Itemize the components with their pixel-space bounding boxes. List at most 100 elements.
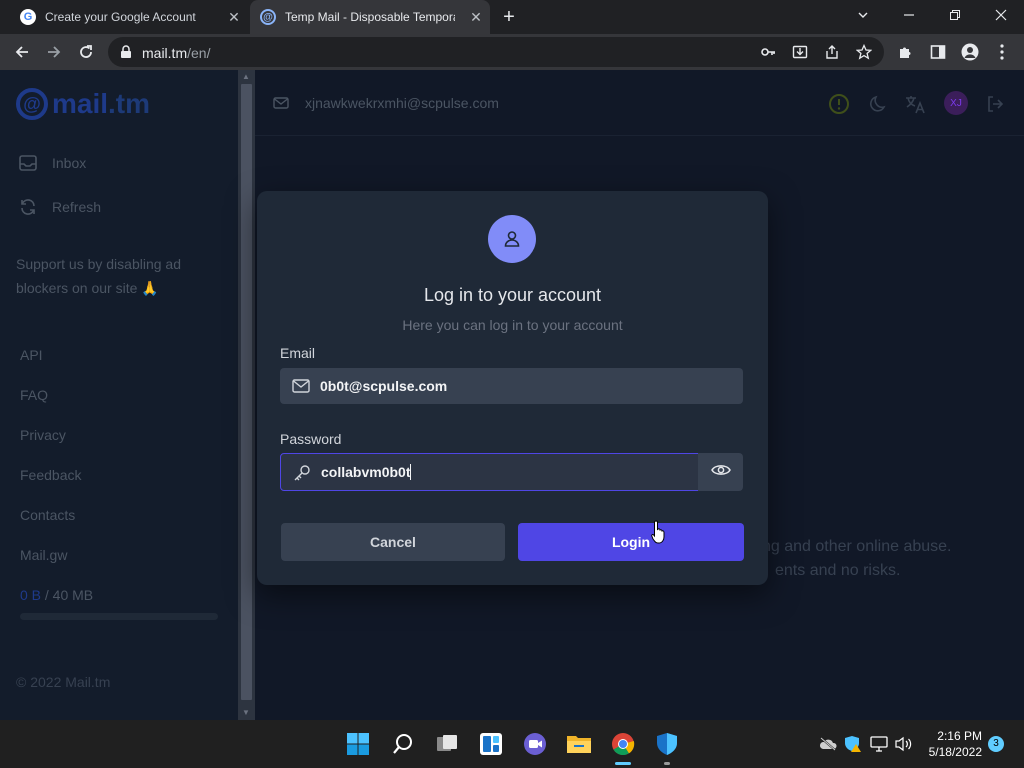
tab-search-chevron-icon[interactable] xyxy=(840,0,886,30)
scrollbar-thumb[interactable] xyxy=(241,84,252,700)
sidebar-link-feedback[interactable]: Feedback xyxy=(20,467,81,483)
password-field[interactable]: collabvm0b0t xyxy=(280,453,699,491)
alert-icon[interactable] xyxy=(827,92,851,116)
key-icon[interactable] xyxy=(756,40,780,64)
windows-security-icon[interactable] xyxy=(653,730,681,758)
tab-close-icon[interactable]: ✕ xyxy=(226,9,242,25)
mailtm-at-icon: @ xyxy=(260,9,276,25)
tab-temp-mail[interactable]: @ Temp Mail - Disposable Temporary ✕ xyxy=(250,0,490,34)
task-view-icon[interactable] xyxy=(433,730,461,758)
key-icon xyxy=(293,464,311,487)
logout-icon[interactable] xyxy=(983,92,1007,116)
sidebar: @ mail .tm Inbox Refresh Support us by di… xyxy=(0,70,238,720)
dark-mode-moon-icon[interactable] xyxy=(867,92,891,116)
language-translate-icon[interactable] xyxy=(903,92,927,116)
running-app-indicator xyxy=(664,762,670,765)
restore-button[interactable] xyxy=(932,0,978,30)
tab-google-account[interactable]: G Create your Google Account ✕ xyxy=(8,0,248,34)
clock-time: 2:16 PM xyxy=(937,729,982,743)
windows-start-icon[interactable] xyxy=(344,730,372,758)
envelope-icon xyxy=(273,95,289,116)
profile-icon[interactable] xyxy=(958,40,982,64)
password-label: Password xyxy=(280,431,342,447)
sidebar-item-label: Refresh xyxy=(52,199,102,215)
install-app-icon[interactable] xyxy=(788,40,812,64)
teams-chat-icon[interactable] xyxy=(521,730,549,758)
password-value: collabvm0b0t xyxy=(321,464,412,480)
clock-date: 5/18/2022 xyxy=(928,745,982,759)
quota-used: 0 B xyxy=(20,587,42,603)
share-icon[interactable] xyxy=(820,40,844,64)
mailtm-logo[interactable]: @ mail .tm xyxy=(16,88,150,120)
windows-taskbar: 2:16 PM 5/18/2022 3 xyxy=(0,720,1024,768)
bookmark-star-icon[interactable] xyxy=(852,40,876,64)
close-window-button[interactable] xyxy=(978,0,1024,30)
extensions-puzzle-icon[interactable] xyxy=(894,40,918,64)
security-warning-icon[interactable] xyxy=(843,734,863,754)
back-button[interactable] xyxy=(10,40,34,64)
refresh-icon xyxy=(18,197,38,217)
system-clock[interactable]: 2:16 PM 5/18/2022 xyxy=(922,728,982,760)
cancel-button[interactable]: Cancel xyxy=(281,523,505,561)
google-g-icon: G xyxy=(20,9,36,25)
quota-total: / 40 MB xyxy=(41,587,94,603)
logo-at-icon: @ xyxy=(16,88,48,120)
sidebar-link-mailgw[interactable]: Mail.gw xyxy=(20,547,67,563)
sidebar-link-faq[interactable]: FAQ xyxy=(20,387,48,403)
user-avatar[interactable]: XJ xyxy=(944,91,968,115)
dialog-subtitle: Here you can log in to your account xyxy=(402,317,623,333)
envelope-icon xyxy=(292,378,310,399)
onedrive-cloud-icon[interactable] xyxy=(818,734,838,754)
text-caret xyxy=(410,464,412,480)
eye-icon xyxy=(710,463,731,482)
url-text: mail.tm/en/ xyxy=(142,45,211,61)
password-text: collabvm0b0t xyxy=(321,464,411,480)
tab-title: Temp Mail - Disposable Temporary xyxy=(285,10,455,24)
lock-icon[interactable] xyxy=(120,45,132,64)
tab-title: Create your Google Account xyxy=(45,10,196,24)
email-value: 0b0t@scpulse.com xyxy=(320,378,448,394)
top-bar: xjnawkwekrxmhi@scpulse.com XJ xyxy=(255,70,1024,136)
sidebar-item-refresh[interactable]: Refresh xyxy=(18,197,101,217)
volume-icon[interactable] xyxy=(894,734,914,754)
notification-badge[interactable]: 3 xyxy=(988,736,1004,752)
inbox-icon xyxy=(18,153,38,173)
new-tab-button[interactable]: + xyxy=(498,6,520,28)
tab-close-icon[interactable]: ✕ xyxy=(468,9,484,25)
scroll-up-icon[interactable]: ▲ xyxy=(242,72,250,81)
login-button[interactable]: Login xyxy=(518,523,744,561)
current-email-address[interactable]: xjnawkwekrxmhi@scpulse.com xyxy=(305,95,499,111)
sidebar-scrollbar[interactable]: ▲ ▼ xyxy=(238,70,255,720)
sidebar-item-inbox[interactable]: Inbox xyxy=(18,153,86,173)
dialog-title: Log in to your account xyxy=(423,285,602,305)
login-dialog: Log in to your account Here you can log … xyxy=(257,191,768,585)
sidebar-link-contacts[interactable]: Contacts xyxy=(20,507,75,523)
chrome-icon[interactable] xyxy=(609,730,637,758)
user-icon xyxy=(488,215,536,263)
address-bar[interactable]: mail.tm/en/ xyxy=(108,37,884,67)
side-panel-icon[interactable] xyxy=(926,40,950,64)
search-icon[interactable] xyxy=(389,730,417,758)
widgets-icon[interactable] xyxy=(477,730,505,758)
sidebar-link-privacy[interactable]: Privacy xyxy=(20,427,66,443)
sidebar-item-label: Inbox xyxy=(52,155,87,171)
email-field[interactable]: 0b0t@scpulse.com xyxy=(280,368,743,404)
active-app-indicator xyxy=(615,762,631,765)
storage-progress-bar xyxy=(20,613,218,620)
browser-tab-bar: G Create your Google Account ✕ @ Temp Ma… xyxy=(0,0,1024,34)
email-label: Email xyxy=(280,345,316,361)
minimize-button[interactable] xyxy=(886,0,932,30)
logo-suffix: .tm xyxy=(108,88,151,119)
network-icon[interactable] xyxy=(869,734,889,754)
storage-quota: 0 B / 40 MB xyxy=(20,587,93,603)
menu-kebab-icon[interactable] xyxy=(990,40,1014,64)
sidebar-link-api[interactable]: API xyxy=(20,347,43,363)
reload-button[interactable] xyxy=(74,40,98,64)
hand-cursor-icon xyxy=(651,520,667,549)
file-explorer-icon[interactable] xyxy=(565,730,593,758)
scroll-down-icon[interactable]: ▼ xyxy=(242,708,250,717)
forward-button[interactable] xyxy=(42,40,66,64)
logo-text: mail xyxy=(52,88,109,119)
show-password-button[interactable] xyxy=(698,453,743,491)
support-message: Support us by disabling ad blockers on o… xyxy=(16,256,181,296)
